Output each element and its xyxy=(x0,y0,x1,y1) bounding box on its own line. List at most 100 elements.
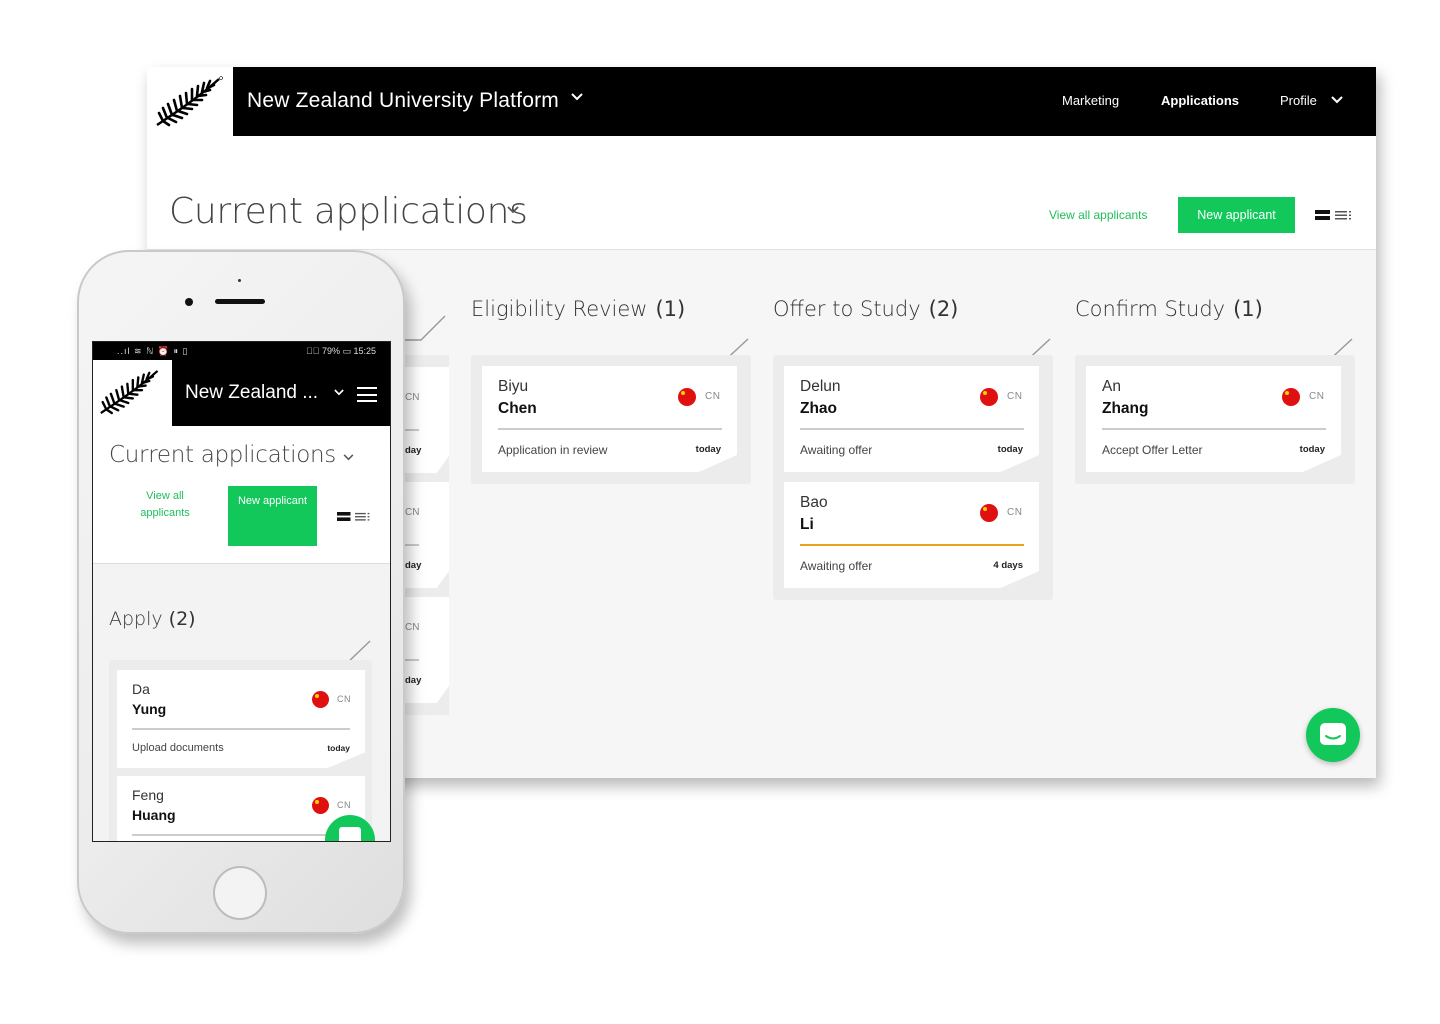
card-time: day xyxy=(405,675,422,686)
applicant-card[interactable]: Bao Li CN Awaiting offer 4 days xyxy=(784,482,1039,588)
country-code: CN xyxy=(405,392,420,403)
top-navbar: New Zealand University Platform Marketin… xyxy=(147,67,1376,136)
card-divider xyxy=(405,659,419,661)
chevron-down-icon[interactable] xyxy=(334,389,344,396)
stage: New Zealand University Platform Marketin… xyxy=(0,0,1440,1024)
card-divider xyxy=(498,428,722,430)
applicant-first-name: Da xyxy=(132,681,150,697)
applicant-card[interactable]: CN day xyxy=(405,597,449,703)
card-divider xyxy=(800,428,1024,430)
applicant-last-name: Zhang xyxy=(1102,400,1149,417)
applicant-card[interactable]: Biyu Chen CN Application in review today xyxy=(482,366,737,472)
card-time: 4 days xyxy=(993,560,1023,571)
country-code: CN xyxy=(1007,507,1023,518)
fern-logo[interactable] xyxy=(147,67,233,136)
column-title: Eligibility Review (1) xyxy=(471,297,686,321)
platform-title[interactable]: New Zealand ... xyxy=(185,382,318,404)
applicant-first-name: Feng xyxy=(132,787,164,803)
country-code: CN xyxy=(337,800,351,810)
column-title: Offer to Study (2) xyxy=(773,297,959,321)
page-header: Current applications View all applicants… xyxy=(147,136,1376,250)
fern-logo[interactable] xyxy=(93,360,172,426)
platform-title[interactable]: New Zealand University Platform xyxy=(247,89,559,113)
application-status: Awaiting offer xyxy=(800,443,873,457)
chat-icon xyxy=(1320,723,1346,745)
card-time: today xyxy=(695,444,721,455)
card-divider xyxy=(132,834,350,836)
page-title: Current applications xyxy=(109,442,336,468)
view-toggle-icon[interactable] xyxy=(337,511,373,522)
applicant-last-name: Yung xyxy=(132,701,167,717)
phone-screen: ..ıl ≋ ℕ ⏰ ⏸ ▯ ▯⃞ 79% ▭ 15:25 New Zealan… xyxy=(92,341,391,842)
home-button[interactable] xyxy=(213,866,267,920)
chevron-down-icon[interactable] xyxy=(343,454,354,461)
fern-logo-icon xyxy=(156,76,223,127)
country-code: CN xyxy=(337,694,351,704)
card-divider xyxy=(405,544,419,546)
fern-logo-icon xyxy=(100,370,159,415)
nav-item-marketing[interactable]: Marketing xyxy=(1062,93,1119,108)
column-title-apply: Apply (2) xyxy=(109,608,196,630)
column-body: An Zhang CN Accept Offer Letter today xyxy=(1075,355,1355,484)
applicant-first-name: Bao xyxy=(800,494,828,511)
card-time: day xyxy=(405,560,422,571)
phone-frame: ..ıl ≋ ℕ ⏰ ⏸ ▯ ▯⃞ 79% ▭ 15:25 New Zealan… xyxy=(77,250,405,934)
column-body: Biyu Chen CN Application in review today xyxy=(471,355,751,484)
applicant-last-name: Chen xyxy=(498,400,537,417)
application-status: Accept Offer Letter xyxy=(1102,443,1203,457)
status-battery-time: ▯⃞ 79% ▭ 15:25 xyxy=(305,346,376,356)
chevron-down-icon[interactable] xyxy=(1331,96,1343,104)
chevron-down-icon[interactable] xyxy=(507,206,519,214)
applicant-first-name: Biyu xyxy=(498,378,529,395)
applicant-first-name: Delun xyxy=(800,378,841,395)
china-flag-icon xyxy=(980,504,998,522)
application-status: Upload documents xyxy=(132,742,224,754)
nav-item-applications[interactable]: Applications xyxy=(1161,93,1239,108)
applicant-last-name: Zhao xyxy=(800,400,838,417)
column-title: Confirm Study (1) xyxy=(1075,297,1263,321)
column-confirm-study: Confirm Study (1) An Zhang CN Accept Offe… xyxy=(1075,297,1355,484)
card-time: today xyxy=(997,444,1023,455)
applicant-first-name: An xyxy=(1102,378,1121,395)
view-all-applicants-link[interactable]: View all applicants xyxy=(1049,208,1148,222)
chat-button[interactable] xyxy=(1306,708,1360,762)
card-time: day xyxy=(405,445,422,456)
applicant-card[interactable]: CN day xyxy=(405,367,449,473)
nav-item-profile[interactable]: Profile xyxy=(1280,93,1317,108)
new-applicant-button[interactable]: New applicant xyxy=(1178,197,1295,233)
column-offer-to-study: Offer to Study (2) Delun Zhao CN Awaiting… xyxy=(773,297,1053,600)
china-flag-icon xyxy=(1282,388,1300,406)
china-flag-icon xyxy=(312,797,329,814)
status-bar: ..ıl ≋ ℕ ⏰ ⏸ ▯ ▯⃞ 79% ▭ 15:25 xyxy=(93,342,390,360)
column-eligibility-review: Eligibility Review (1) Biyu Chen CN Appli… xyxy=(471,297,751,484)
china-flag-icon xyxy=(980,388,998,406)
card-divider xyxy=(405,429,419,431)
view-toggle-icon[interactable] xyxy=(1315,209,1355,221)
applicant-last-name: Li xyxy=(800,516,814,533)
applicant-card[interactable]: CN day xyxy=(405,482,449,588)
china-flag-icon xyxy=(678,388,696,406)
front-camera xyxy=(185,298,193,306)
applicant-card[interactable]: Da Yung CN Upload documents today xyxy=(117,670,365,768)
mobile-page-header: Current applications View all applicants… xyxy=(93,426,390,564)
applicant-card[interactable]: An Zhang CN Accept Offer Letter today xyxy=(1086,366,1341,472)
card-divider-warning xyxy=(800,544,1024,546)
view-all-applicants-link[interactable]: View all applicants xyxy=(131,488,199,522)
china-flag-icon xyxy=(312,691,329,708)
application-status: Awaiting offer xyxy=(800,559,873,573)
chevron-down-icon[interactable] xyxy=(571,93,583,101)
column-body: Delun Zhao CN Awaiting offer today Bao L… xyxy=(773,355,1053,600)
application-status: Application in review xyxy=(498,443,608,457)
card-divider xyxy=(1102,428,1326,430)
column-body: Da Yung CN Upload documents today Feng H… xyxy=(109,660,372,841)
hamburger-menu-icon[interactable] xyxy=(357,387,377,402)
mobile-navbar: New Zealand ... xyxy=(93,360,390,426)
country-code: CN xyxy=(705,391,721,402)
new-applicant-button[interactable]: New applicant xyxy=(228,486,317,546)
country-code: CN xyxy=(1309,391,1325,402)
sensor-dot xyxy=(238,279,241,282)
applicant-card[interactable]: Delun Zhao CN Awaiting offer today xyxy=(784,366,1039,472)
country-code: CN xyxy=(405,507,420,518)
country-code: CN xyxy=(1007,391,1023,402)
country-code: CN xyxy=(405,622,420,633)
